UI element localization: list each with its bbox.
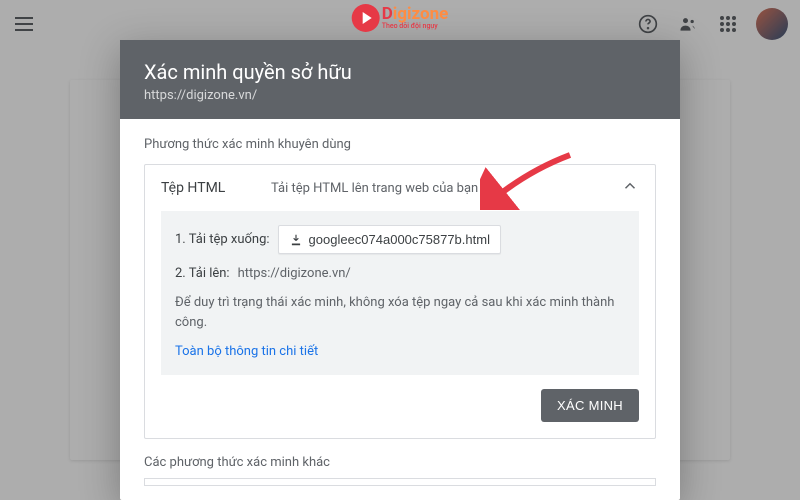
other-method-card[interactable]	[144, 478, 656, 486]
dialog-subtitle: https://digizone.vn/	[144, 88, 656, 103]
recommended-label: Phương thức xác minh khuyên dùng	[144, 137, 656, 152]
chevron-up-icon	[621, 177, 639, 199]
note-text: Để duy trì trạng thái xác minh, không xó…	[175, 293, 625, 332]
download-button[interactable]: googleec074a000c75877b.html	[278, 225, 501, 254]
download-icon	[289, 233, 303, 247]
detail-link[interactable]: Toàn bộ thông tin chi tiết	[175, 344, 625, 359]
verify-dialog: Xác minh quyền sở hữu https://digizone.v…	[120, 40, 680, 500]
method-card: Tệp HTML Tải tệp HTML lên trang web của …	[144, 164, 656, 439]
step-2-url: https://digizone.vn/	[238, 266, 351, 281]
step-2: 2. Tải lên: https://digizone.vn/	[175, 266, 625, 281]
modal-overlay: Xác minh quyền sở hữu https://digizone.v…	[0, 0, 800, 500]
method-desc: Tải tệp HTML lên trang web của bạn	[251, 181, 621, 196]
other-methods-label: Các phương thức xác minh khác	[144, 455, 656, 470]
method-content: 1. Tải tệp xuống: googleec074a000c75877b…	[161, 211, 639, 375]
dialog-title: Xác minh quyền sở hữu	[144, 60, 656, 84]
logo: Digizone Theo dõi đội ngụy	[352, 4, 449, 32]
verify-button[interactable]: XÁC MINH	[541, 389, 639, 422]
dialog-header: Xác minh quyền sở hữu https://digizone.v…	[120, 40, 680, 119]
download-filename: googleec074a000c75877b.html	[309, 232, 490, 247]
step-1: 1. Tải tệp xuống: googleec074a000c75877b…	[175, 225, 625, 254]
method-header[interactable]: Tệp HTML Tải tệp HTML lên trang web của …	[145, 165, 655, 211]
method-name: Tệp HTML	[161, 180, 251, 196]
logo-play-icon	[352, 4, 380, 32]
